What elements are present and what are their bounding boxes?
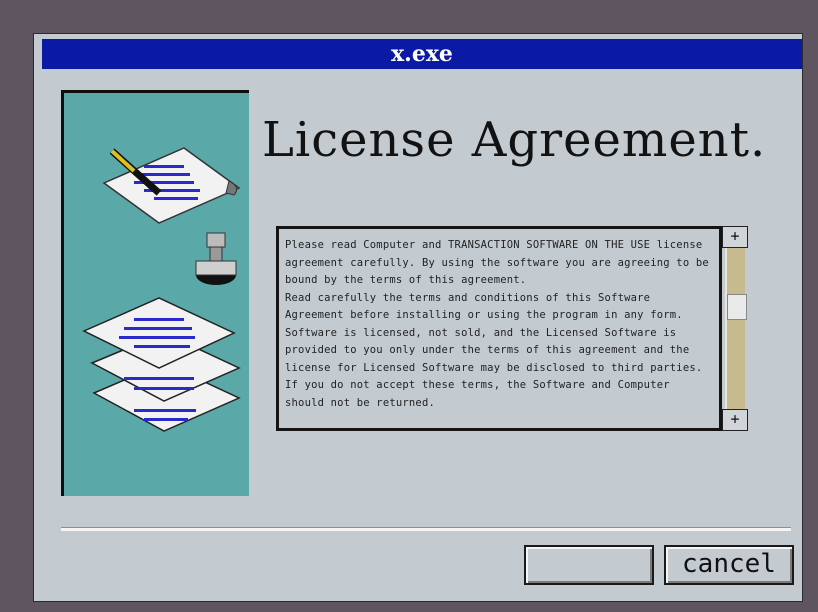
- page-title: License Agreement.: [262, 112, 767, 168]
- divider: [61, 527, 791, 531]
- license-text-box[interactable]: Please read Computer and TRANSACTION SOF…: [276, 226, 722, 431]
- window-title: x.exe: [42, 39, 802, 69]
- scroll-thumb[interactable]: [727, 294, 747, 320]
- document-stack-icon: [82, 297, 241, 432]
- ink-bottle-icon: [195, 232, 237, 285]
- accept-button[interactable]: [524, 545, 654, 585]
- scroll-up-button[interactable]: +: [722, 226, 748, 248]
- installer-window: x.exe License Agreement. Please read Com…: [33, 33, 803, 602]
- license-paragraph: Please read Computer and TRANSACTION SOF…: [285, 239, 709, 286]
- scroll-down-button[interactable]: +: [722, 409, 748, 431]
- license-scrollbar[interactable]: + +: [722, 226, 748, 431]
- license-paragraph: Read carefully the terms and conditions …: [285, 291, 703, 409]
- scroll-track[interactable]: [725, 248, 747, 409]
- sidebar-illustration: [61, 90, 249, 496]
- cancel-button[interactable]: cancel: [664, 545, 794, 585]
